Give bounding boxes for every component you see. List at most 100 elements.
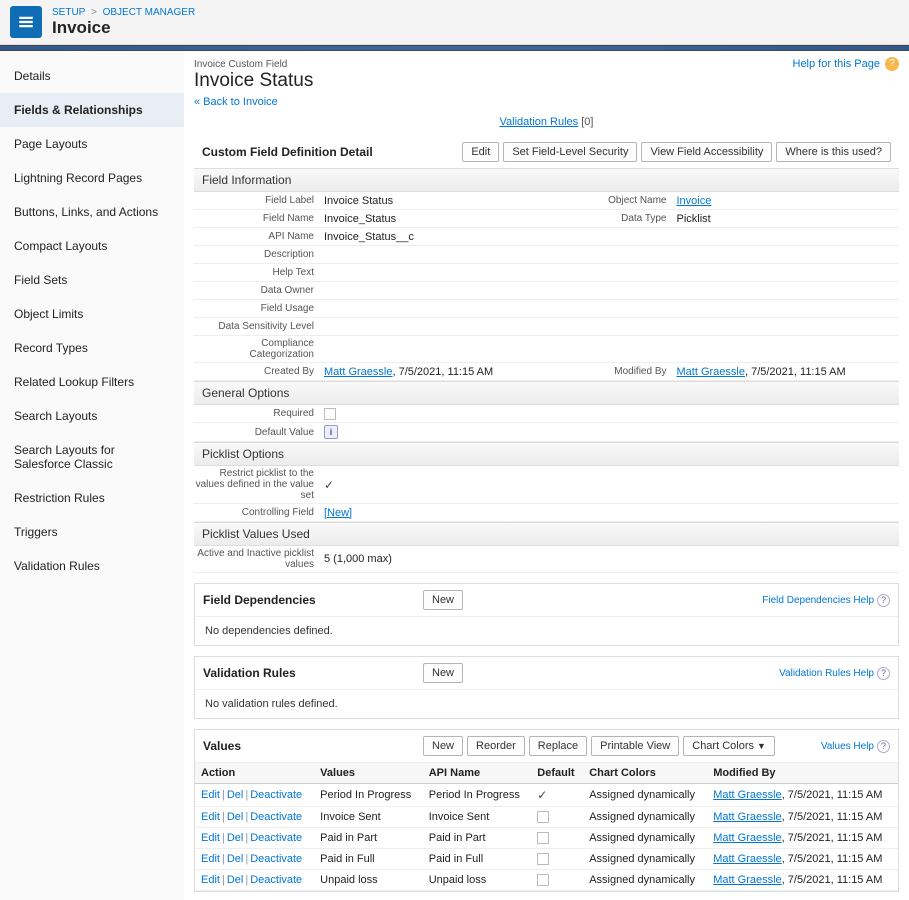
info-icon[interactable]: i xyxy=(324,425,338,439)
sidebar-item[interactable]: Search Layouts for Salesforce Classic xyxy=(0,433,184,481)
help-for-page[interactable]: Help for this Page ? xyxy=(793,57,900,71)
breadcrumb-setup[interactable]: SETUP xyxy=(52,7,85,18)
sidebar-item[interactable]: Page Layouts xyxy=(0,127,184,161)
deactivate-link[interactable]: Deactivate xyxy=(250,853,302,865)
main: Help for this Page ? Invoice Custom Fiel… xyxy=(184,51,909,900)
sidebar-item[interactable]: Details xyxy=(0,59,184,93)
field-deps-help[interactable]: Field Dependencies Help? xyxy=(762,594,890,607)
where-used-button[interactable]: Where is this used? xyxy=(776,142,891,162)
object-title: Invoice Status xyxy=(194,70,899,92)
label-default: Default Value xyxy=(194,427,324,438)
del-link[interactable]: Del xyxy=(227,832,244,844)
edit-link[interactable]: Edit xyxy=(201,811,220,823)
label-data-sensitivity: Data Sensitivity Level xyxy=(194,321,324,332)
validation-rules-count: [0] xyxy=(581,116,593,128)
values-replace-button[interactable]: Replace xyxy=(529,736,587,756)
values-reorder-button[interactable]: Reorder xyxy=(467,736,525,756)
cell-api: Period In Progress xyxy=(423,784,532,807)
deactivate-link[interactable]: Deactivate xyxy=(250,789,302,801)
modified-name[interactable]: Matt Graessle xyxy=(713,874,781,886)
table-row: Edit|Del|DeactivatePaid in FullPaid in F… xyxy=(195,849,898,870)
back-link[interactable]: « Back to Invoice xyxy=(194,96,278,108)
help-icon: ? xyxy=(877,740,890,753)
sidebar-item[interactable]: Compact Layouts xyxy=(0,229,184,263)
value-object-name[interactable]: Invoice xyxy=(677,195,712,207)
sidebar-item[interactable]: Field Sets xyxy=(0,263,184,297)
sidebar-item[interactable]: Record Types xyxy=(0,331,184,365)
del-link[interactable]: Del xyxy=(227,789,244,801)
value-active-inactive: 5 (1,000 max) xyxy=(324,553,899,565)
label-field-label: Field Label xyxy=(194,195,324,206)
del-link[interactable]: Del xyxy=(227,874,244,886)
del-link[interactable]: Del xyxy=(227,853,244,865)
validation-rules-anchor[interactable]: Validation Rules xyxy=(500,116,579,128)
breadcrumb-objmgr[interactable]: OBJECT MANAGER xyxy=(103,7,196,18)
cell-modified: Matt Graessle, 7/5/2021, 11:15 AM xyxy=(707,849,898,870)
cell-default xyxy=(531,807,583,828)
modified-name[interactable]: Matt Graessle xyxy=(713,832,781,844)
values-printable-button[interactable]: Printable View xyxy=(591,736,679,756)
deactivate-link[interactable]: Deactivate xyxy=(250,832,302,844)
sidebar-item[interactable]: Search Layouts xyxy=(0,399,184,433)
field-deps-msg: No dependencies defined. xyxy=(195,617,898,645)
cell-chart: Assigned dynamically xyxy=(583,784,707,807)
check-icon: ✓ xyxy=(537,788,547,802)
val-rules-new-button[interactable]: New xyxy=(423,663,463,683)
cell-default xyxy=(531,849,583,870)
deactivate-link[interactable]: Deactivate xyxy=(250,811,302,823)
breadcrumb: SETUP > OBJECT MANAGER xyxy=(52,7,195,18)
values-help[interactable]: Values Help? xyxy=(821,740,890,753)
sidebar-item[interactable]: Related Lookup Filters xyxy=(0,365,184,399)
field-deps-new-button[interactable]: New xyxy=(423,590,463,610)
page-title: Invoice xyxy=(52,18,195,38)
cell-value: Paid in Full xyxy=(314,849,423,870)
modified-by-name[interactable]: Matt Graessle xyxy=(677,366,745,378)
label-compliance: Compliance Categorization xyxy=(194,338,324,360)
breadcrumb-sep: > xyxy=(91,7,97,18)
edit-link[interactable]: Edit xyxy=(201,874,220,886)
sidebar: DetailsFields & RelationshipsPage Layout… xyxy=(0,51,184,900)
sidebar-item[interactable]: Object Limits xyxy=(0,297,184,331)
app-launcher-icon[interactable] xyxy=(10,6,42,38)
val-rules-help[interactable]: Validation Rules Help? xyxy=(779,667,890,680)
cell-value: Paid in Part xyxy=(314,828,423,849)
field-deps-title: Field Dependencies xyxy=(203,593,423,607)
cell-chart: Assigned dynamically xyxy=(583,849,707,870)
controlling-new-link[interactable]: [New] xyxy=(324,507,352,519)
deactivate-link[interactable]: Deactivate xyxy=(250,874,302,886)
col-action: Action xyxy=(195,763,314,784)
values-table: Action Values API Name Default Chart Col… xyxy=(195,763,898,891)
sidebar-item[interactable]: Fields & Relationships xyxy=(0,93,184,127)
help-icon: ? xyxy=(877,667,890,680)
values-chart-colors-button[interactable]: Chart Colors▼ xyxy=(683,736,775,756)
edit-button[interactable]: Edit xyxy=(462,142,499,162)
values-new-button[interactable]: New xyxy=(423,736,463,756)
sidebar-item[interactable]: Buttons, Links, and Actions xyxy=(0,195,184,229)
cell-modified: Matt Graessle, 7/5/2021, 11:15 AM xyxy=(707,870,898,891)
header: SETUP > OBJECT MANAGER Invoice xyxy=(0,0,909,45)
label-object-name: Object Name xyxy=(547,195,677,206)
cell-value: Period In Progress xyxy=(314,784,423,807)
label-description: Description xyxy=(194,249,324,260)
section-picklist-used: Picklist Values Used xyxy=(194,522,899,546)
edit-link[interactable]: Edit xyxy=(201,853,220,865)
label-api-name: API Name xyxy=(194,231,324,242)
empty-checkbox xyxy=(537,874,549,886)
sidebar-item[interactable]: Lightning Record Pages xyxy=(0,161,184,195)
sidebar-item[interactable]: Triggers xyxy=(0,515,184,549)
cell-default xyxy=(531,870,583,891)
sidebar-item[interactable]: Restriction Rules xyxy=(0,481,184,515)
modified-name[interactable]: Matt Graessle xyxy=(713,789,781,801)
cell-modified: Matt Graessle, 7/5/2021, 11:15 AM xyxy=(707,828,898,849)
modified-name[interactable]: Matt Graessle xyxy=(713,853,781,865)
fls-button[interactable]: Set Field-Level Security xyxy=(503,142,637,162)
cell-default: ✓ xyxy=(531,784,583,807)
modified-name[interactable]: Matt Graessle xyxy=(713,811,781,823)
vfa-button[interactable]: View Field Accessibility xyxy=(641,142,772,162)
edit-link[interactable]: Edit xyxy=(201,832,220,844)
created-by-name[interactable]: Matt Graessle xyxy=(324,366,392,378)
label-controlling: Controlling Field xyxy=(194,507,324,518)
del-link[interactable]: Del xyxy=(227,811,244,823)
edit-link[interactable]: Edit xyxy=(201,789,220,801)
sidebar-item[interactable]: Validation Rules xyxy=(0,549,184,583)
